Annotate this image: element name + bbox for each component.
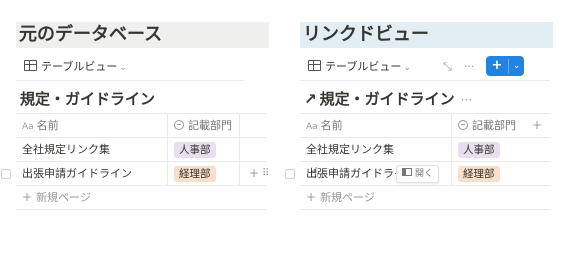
expand-icon[interactable]: ⤡ (443, 58, 452, 76)
table-row[interactable]: 出張申請ガイドライン ☝ 開く 経理部 (285, 162, 550, 186)
hand-cursor-icon: ☝ (310, 165, 319, 181)
row-dept[interactable]: 経理部 (167, 162, 242, 185)
column-name-label: 名前 (320, 119, 343, 132)
chevron-down-icon[interactable]: ⌄ (509, 56, 524, 76)
column-header-extra (239, 114, 267, 137)
database-title[interactable]: ↗ 規定・ガイドライン ··· (304, 88, 472, 111)
row-name[interactable]: 出張申請ガイドライン (306, 162, 402, 185)
open-page-button[interactable]: 開く (396, 165, 440, 183)
more-options-icon[interactable]: ··· (461, 93, 472, 107)
view-toolbar: テーブルビュー ⌄ ⤡ ··· + ⌄ (300, 56, 550, 81)
table-row[interactable]: 全社規定リンク集 人事部 (300, 138, 550, 162)
open-side-peek-icon (402, 168, 412, 176)
row-dept[interactable]: 経理部 (451, 162, 526, 185)
row-dept[interactable]: 人事部 (451, 138, 526, 161)
chevron-down-icon: ⌄ (119, 63, 127, 73)
new-page-label: 新規ページ (36, 191, 91, 204)
linked-view-panel: リンクドビュー テーブルビュー ⌄ ⤡ ··· + ⌄ ↗ 規定・ガイドライン ···… (285, 0, 553, 278)
database-table: Aa名前 記載部門 + 全社規定リンク集 人事部 出張申請ガイドライン ☝ 開く… (285, 113, 550, 210)
table-icon (24, 60, 37, 71)
panel-heading: 元のデータベース (16, 22, 269, 48)
database-title-text: 規定・ガイドライン (20, 90, 156, 108)
table-view-tab[interactable]: テーブルビュー ⌄ (308, 57, 411, 77)
view-tab-label: テーブルビュー (41, 60, 118, 73)
linked-arrow-icon: ↗ (304, 90, 317, 108)
view-toolbar: テーブルビュー ⌄ (16, 56, 266, 81)
dept-tag: 人事部 (458, 142, 500, 158)
dept-tag: 人事部 (174, 142, 216, 158)
column-header-dept[interactable]: 記載部門 (167, 114, 242, 137)
new-button[interactable]: + ⌄ (486, 56, 524, 76)
toolbar-divider (16, 80, 244, 81)
open-label: 開く (415, 169, 434, 179)
new-page-row[interactable]: + 新規ページ (16, 186, 266, 210)
column-name-label: 名前 (36, 119, 59, 132)
original-database-panel: 元のデータベース テーブルビュー ⌄ 規定・ガイドライン Aa 名前 記載部門 全社… (1, 0, 269, 278)
table-row[interactable]: 全社規定リンク集 人事部 (16, 138, 266, 162)
new-page-row[interactable]: + 新規ページ (300, 186, 550, 210)
row-extra-cell (239, 138, 267, 161)
database-table: Aa 名前 記載部門 全社規定リンク集 人事部 出張申請ガイドライン 経理部 + … (1, 113, 269, 210)
select-property-icon (174, 120, 184, 130)
table-view-tab[interactable]: テーブルビュー ⌄ (24, 57, 127, 77)
add-row-icon[interactable]: + (249, 162, 259, 185)
toolbar-divider (300, 80, 550, 81)
panel-heading: リンクドビュー (300, 22, 553, 48)
new-page-label: 新規ページ (320, 191, 375, 204)
chevron-down-icon: ⌄ (403, 63, 411, 73)
plus-icon: + (306, 190, 317, 204)
column-dept-label: 記載部門 (188, 119, 232, 132)
plus-icon: + (491, 58, 503, 73)
database-title-text: 規定・ガイドライン (319, 90, 455, 108)
table-row[interactable]: 出張申請ガイドライン 経理部 + ⠿ (1, 162, 269, 186)
row-name[interactable]: 全社規定リンク集 (22, 138, 110, 161)
drag-handle-icon[interactable]: ⠿ (262, 162, 269, 185)
new-page-cell: + 新規ページ (22, 186, 91, 209)
database-title[interactable]: 規定・ガイドライン (20, 88, 155, 110)
row-dept[interactable]: 人事部 (167, 138, 242, 161)
row-name[interactable]: 全社規定リンク集 (306, 138, 394, 161)
column-header-dept[interactable]: 記載部門 (451, 114, 526, 137)
dept-tag: 経理部 (458, 166, 500, 182)
column-dept-label: 記載部門 (472, 119, 516, 132)
row-checkbox[interactable] (1, 169, 11, 179)
row-name[interactable]: 出張申請ガイドライン (22, 162, 132, 185)
view-tab-label: テーブルビュー (325, 60, 402, 73)
row-checkbox[interactable] (285, 169, 295, 179)
new-page-cell: + 新規ページ (306, 186, 375, 209)
table-header-row: Aa 名前 記載部門 + (300, 113, 550, 138)
table-icon (308, 60, 321, 71)
column-header-name[interactable]: Aa 名前 (22, 114, 59, 137)
dept-tag: 経理部 (174, 166, 216, 182)
more-options-icon[interactable]: ··· (464, 58, 475, 76)
select-property-icon (458, 120, 468, 130)
plus-icon: + (22, 190, 33, 204)
add-property-icon[interactable]: + (532, 114, 542, 137)
text-property-icon: Aa (306, 122, 318, 132)
table-header-row: Aa 名前 記載部門 (16, 113, 266, 138)
column-header-name[interactable]: Aa 名前 (306, 114, 343, 137)
text-property-icon: Aa (22, 122, 34, 132)
